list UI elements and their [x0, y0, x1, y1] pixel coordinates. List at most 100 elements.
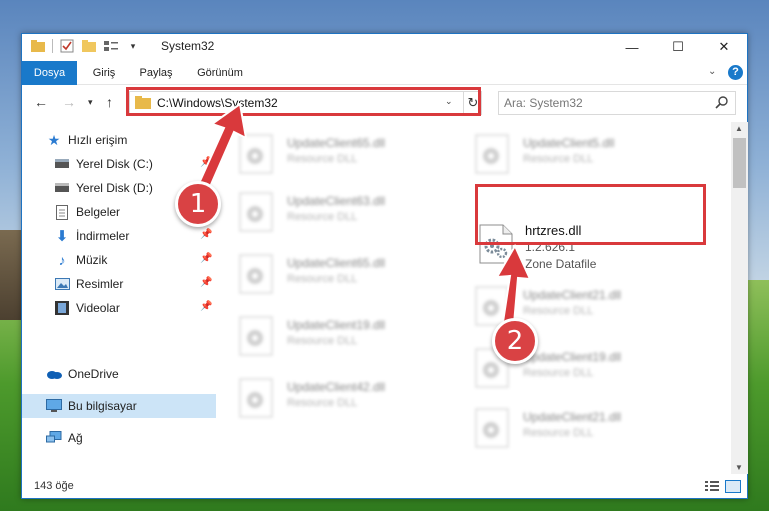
customize-view-icon[interactable]: [103, 38, 119, 54]
file-item[interactable]: UpdateClient21.dll Resource DLL: [453, 400, 683, 454]
network-icon: [46, 430, 62, 446]
sidebar-item-downloads[interactable]: ⬇ İndirmeler 📌: [22, 224, 216, 248]
tab-share[interactable]: Paylaş: [133, 61, 179, 85]
ribbon-tabs: Dosya Giriş Paylaş Görünüm ⌄ ?: [22, 61, 747, 85]
file-item[interactable]: UpdateClient19.dll Resource DLL: [453, 340, 683, 394]
back-arrow-icon[interactable]: ←: [34, 94, 48, 110]
large-icons-view-icon[interactable]: [725, 480, 741, 493]
close-icon: ✕: [718, 39, 730, 54]
file-type: Resource DLL: [287, 273, 358, 285]
sidebar-item-label: Yerel Disk (D:): [76, 181, 153, 195]
sidebar-item-local-disk-c[interactable]: Yerel Disk (C:) 📌: [22, 152, 216, 176]
tab-file[interactable]: Dosya: [22, 61, 77, 85]
download-icon: ⬇: [55, 228, 69, 245]
close-button[interactable]: ✕: [701, 34, 747, 60]
pin-icon[interactable]: 📌: [200, 277, 212, 288]
file-name: UpdateClient21.dll: [523, 288, 622, 302]
navigation-pane: ★ Hızlı erişim Yerel Disk (C:) 📌 Yerel D…: [22, 122, 216, 474]
file-name: UpdateClient21.dll: [523, 410, 622, 424]
videos-icon: [54, 300, 70, 316]
computer-icon: [46, 398, 62, 414]
star-icon: ★: [47, 131, 61, 148]
maximize-icon: ☐: [672, 39, 684, 54]
scroll-down-icon[interactable]: ▼: [735, 463, 743, 472]
file-type: Resource DLL: [523, 427, 594, 439]
item-count: 143 öğe: [34, 480, 74, 492]
file-name: UpdateClient65.dll: [287, 136, 386, 150]
sidebar-item-videos[interactable]: Videolar 📌: [22, 296, 216, 320]
onedrive-icon: [46, 366, 62, 382]
details-view-icon[interactable]: [704, 480, 720, 493]
dll-file-icon: [239, 192, 273, 232]
file-type: Resource DLL: [287, 397, 358, 409]
minimize-icon: —: [625, 39, 639, 55]
recent-locations-icon[interactable]: ▾: [88, 97, 93, 108]
step-1-badge: 1: [175, 181, 221, 227]
file-type: Resource DLL: [287, 153, 358, 165]
scroll-up-icon[interactable]: ▲: [735, 124, 743, 133]
search-placeholder: Ara: System32: [504, 96, 583, 110]
pin-icon[interactable]: 📌: [200, 253, 212, 264]
file-item[interactable]: UpdateClient19.dll Resource DLL: [217, 308, 447, 362]
file-item[interactable]: UpdateClient21.dll Resource DLL: [453, 278, 683, 332]
file-type: Resource DLL: [523, 153, 594, 165]
file-description: Zone Datafile: [525, 257, 597, 271]
tab-home[interactable]: Giriş: [84, 61, 124, 85]
file-name: UpdateClient19.dll: [287, 318, 386, 332]
sidebar-item-label: Videolar: [76, 301, 120, 315]
pin-icon[interactable]: 📌: [200, 157, 212, 168]
sidebar-item-label: OneDrive: [68, 367, 119, 381]
search-icon: [715, 96, 728, 109]
dll-file-icon: [239, 316, 273, 356]
sidebar-item-onedrive[interactable]: OneDrive: [22, 362, 216, 386]
sidebar-item-pictures[interactable]: Resimler 📌: [22, 272, 216, 296]
sidebar-item-label: İndirmeler: [76, 229, 130, 243]
title-bar: ▾ System32 — ☐ ✕: [22, 34, 747, 60]
drive-icon: [54, 180, 70, 196]
sidebar-item-label: Yerel Disk (C:): [76, 157, 153, 171]
dll-file-icon: [239, 378, 273, 418]
minimize-button[interactable]: —: [609, 34, 655, 60]
pin-icon[interactable]: 📌: [200, 229, 212, 240]
file-type: Resource DLL: [523, 305, 594, 317]
dll-file-icon: [475, 134, 509, 174]
sidebar-item-label: Müzik: [76, 253, 108, 267]
vertical-scrollbar[interactable]: ▲ ▼: [731, 122, 748, 474]
forward-arrow-icon[interactable]: →: [62, 94, 76, 110]
dll-file-icon: [475, 408, 509, 448]
maximize-button[interactable]: ☐: [655, 34, 701, 60]
search-input[interactable]: Ara: System32: [498, 91, 736, 115]
file-item[interactable]: UpdateClient65.dll Resource DLL: [217, 126, 447, 180]
file-type: Resource DLL: [523, 367, 594, 379]
scrollbar-thumb[interactable]: [733, 138, 746, 188]
sidebar-item-this-pc[interactable]: Bu bilgisayar: [22, 394, 216, 418]
file-item[interactable]: UpdateClient5.dll Resource DLL: [453, 126, 683, 180]
chevron-down-icon[interactable]: ▾: [125, 38, 141, 54]
file-item[interactable]: UpdateClient65.dll Resource DLL: [217, 246, 447, 300]
new-folder-icon[interactable]: [81, 38, 97, 54]
documents-icon: [54, 204, 70, 220]
sidebar-item-label: Resimler: [76, 277, 124, 291]
quick-access-toolbar: ▾: [30, 38, 141, 54]
window-title: System32: [161, 39, 215, 53]
drive-icon: [54, 156, 70, 172]
sidebar-item-music[interactable]: ♪ Müzik 📌: [22, 248, 216, 272]
sidebar-item-label: Bu bilgisayar: [68, 399, 137, 413]
dll-file-icon: [239, 134, 273, 174]
file-name: UpdateClient65.dll: [287, 256, 386, 270]
file-list: UpdateClient65.dll Resource DLL UpdateCl…: [217, 122, 731, 474]
file-type: Resource DLL: [287, 335, 358, 347]
file-item[interactable]: UpdateClient42.dll Resource DLL: [217, 370, 447, 424]
properties-icon[interactable]: [59, 38, 75, 54]
sidebar-item-network[interactable]: Ağ: [22, 426, 216, 450]
pin-icon[interactable]: 📌: [200, 301, 212, 312]
file-item[interactable]: UpdateClient63.dll Resource DLL: [217, 184, 447, 238]
tab-view[interactable]: Görünüm: [189, 61, 251, 85]
folder-icon: [30, 38, 46, 54]
file-type: Resource DLL: [287, 211, 358, 223]
sidebar-item-quick-access[interactable]: ★ Hızlı erişim: [22, 128, 216, 152]
sidebar-item-label: Belgeler: [76, 205, 121, 219]
help-icon[interactable]: ?: [728, 65, 743, 80]
expand-ribbon-icon[interactable]: ⌄: [708, 66, 716, 77]
up-arrow-icon[interactable]: ↑: [106, 94, 113, 110]
